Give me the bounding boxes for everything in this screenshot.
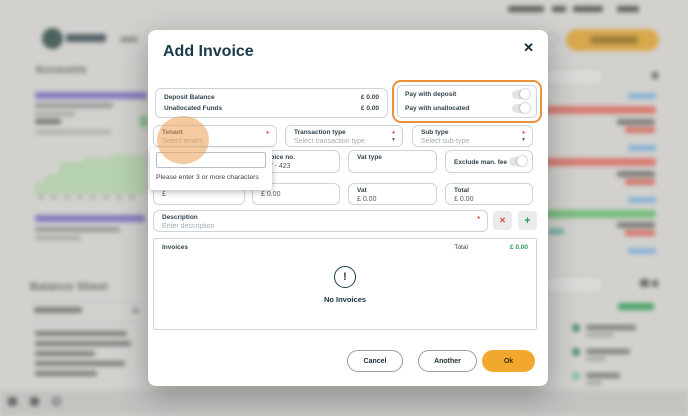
ok-button[interactable]: Ok xyxy=(482,350,535,372)
close-icon[interactable]: ✕ xyxy=(523,40,534,56)
description-placeholder: Enter description xyxy=(162,222,215,230)
cancel-button[interactable]: Cancel xyxy=(347,350,403,372)
vat-type-field[interactable]: Vat type xyxy=(348,150,437,173)
total-label: Total xyxy=(454,187,470,194)
screen: Accounts Balance Sheet Add Invoice ✕ Dep… xyxy=(0,0,688,416)
tenant-field[interactable]: Tenant * Select tenant xyxy=(153,125,277,147)
tenant-label: Tenant xyxy=(162,129,183,136)
summary-row: Deposit Balance £ 0.00 xyxy=(164,94,379,101)
add-line-button[interactable]: + xyxy=(518,211,537,230)
invoices-total-value: £ 0.00 xyxy=(509,244,528,251)
modal-title: Add Invoice xyxy=(163,43,254,60)
invoices-empty-state: ! No Invoices xyxy=(154,266,536,304)
sub-type-field[interactable]: Sub type * Select sub-type ▼ xyxy=(412,125,533,147)
description-field[interactable]: Description * Enter description xyxy=(153,210,488,232)
exclude-man-fee-label: Exclude man. fee xyxy=(454,158,508,166)
description-label: Description xyxy=(162,214,198,221)
invoices-total-label: Total xyxy=(454,244,468,251)
pay-with-deposit-toggle[interactable] xyxy=(512,89,530,100)
remove-icon: ✕ xyxy=(499,216,506,225)
chevron-down-icon: ▼ xyxy=(391,137,396,143)
exclude-man-fee-toggle[interactable] xyxy=(509,156,527,166)
exclude-man-fee-field: Exclude man. fee xyxy=(445,150,533,173)
chevron-down-icon: ▼ xyxy=(521,137,526,143)
deposit-balance-value: £ 0.00 xyxy=(360,93,379,101)
required-marker: * xyxy=(266,129,269,138)
sub-type-placeholder: Select sub-type xyxy=(421,137,470,145)
required-marker: * xyxy=(477,214,480,223)
invoices-panel-header: Invoices Total £ 0.00 xyxy=(162,244,528,251)
unallocated-funds-label: Unallocated Funds xyxy=(164,105,223,113)
total-value: £ 0.00 xyxy=(454,195,474,203)
tenant-dropdown: Please enter 3 or more characters xyxy=(150,148,272,190)
alert-icon: ! xyxy=(334,266,356,288)
invoices-header-label: Invoices xyxy=(162,244,189,251)
pay-with-unallocated-label: Pay with unallocated xyxy=(405,104,470,112)
vat-value: £ 0.00 xyxy=(357,195,377,203)
tenant-dropdown-hint: Please enter 3 or more characters xyxy=(156,174,259,181)
transaction-type-field[interactable]: Transaction type * Select transaction ty… xyxy=(285,125,403,147)
pay-with-deposit-row: Pay with deposit xyxy=(405,89,530,100)
vat-type-label: Vat type xyxy=(357,154,382,161)
pay-options-box: Pay with deposit Pay with unallocated xyxy=(397,85,537,118)
unallocated-funds-value: £ 0.00 xyxy=(360,105,379,113)
net-amount-value: £ xyxy=(162,191,166,198)
remove-line-button[interactable]: ✕ xyxy=(493,211,512,230)
pay-with-unallocated-toggle[interactable] xyxy=(512,102,530,113)
summary-row: Unallocated Funds £ 0.00 xyxy=(164,105,379,112)
tenant-placeholder: Select tenant xyxy=(162,137,203,145)
total-field[interactable]: Total £ 0.00 xyxy=(445,183,533,205)
deposit-summary-box: Deposit Balance £ 0.00 Unallocated Funds… xyxy=(155,88,388,118)
gross-amount-value: £ 0.00 xyxy=(261,191,281,198)
add-invoice-modal: Add Invoice ✕ Deposit Balance £ 0.00 Una… xyxy=(148,30,548,386)
pay-with-deposit-label: Pay with deposit xyxy=(405,91,457,99)
transaction-type-label: Transaction type xyxy=(294,129,346,136)
tenant-search-input[interactable] xyxy=(156,152,266,168)
add-icon: + xyxy=(524,214,531,227)
ok-button-label: Ok xyxy=(503,357,514,365)
pay-with-unallocated-row: Pay with unallocated xyxy=(405,102,530,113)
invoices-panel: Invoices Total £ 0.00 ! No Invoices xyxy=(153,238,537,330)
vat-field[interactable]: Vat £ 0.00 xyxy=(348,183,437,205)
vat-label: Vat xyxy=(357,187,367,194)
deposit-balance-label: Deposit Balance xyxy=(164,93,215,101)
no-invoices-text: No Invoices xyxy=(323,295,367,304)
sub-type-label: Sub type xyxy=(421,129,449,136)
transaction-type-placeholder: Select transaction type xyxy=(294,137,365,145)
another-button-label: Another xyxy=(434,357,461,365)
cancel-button-label: Cancel xyxy=(363,357,387,365)
alert-icon-glyph: ! xyxy=(343,271,347,283)
another-button[interactable]: Another xyxy=(418,350,477,372)
